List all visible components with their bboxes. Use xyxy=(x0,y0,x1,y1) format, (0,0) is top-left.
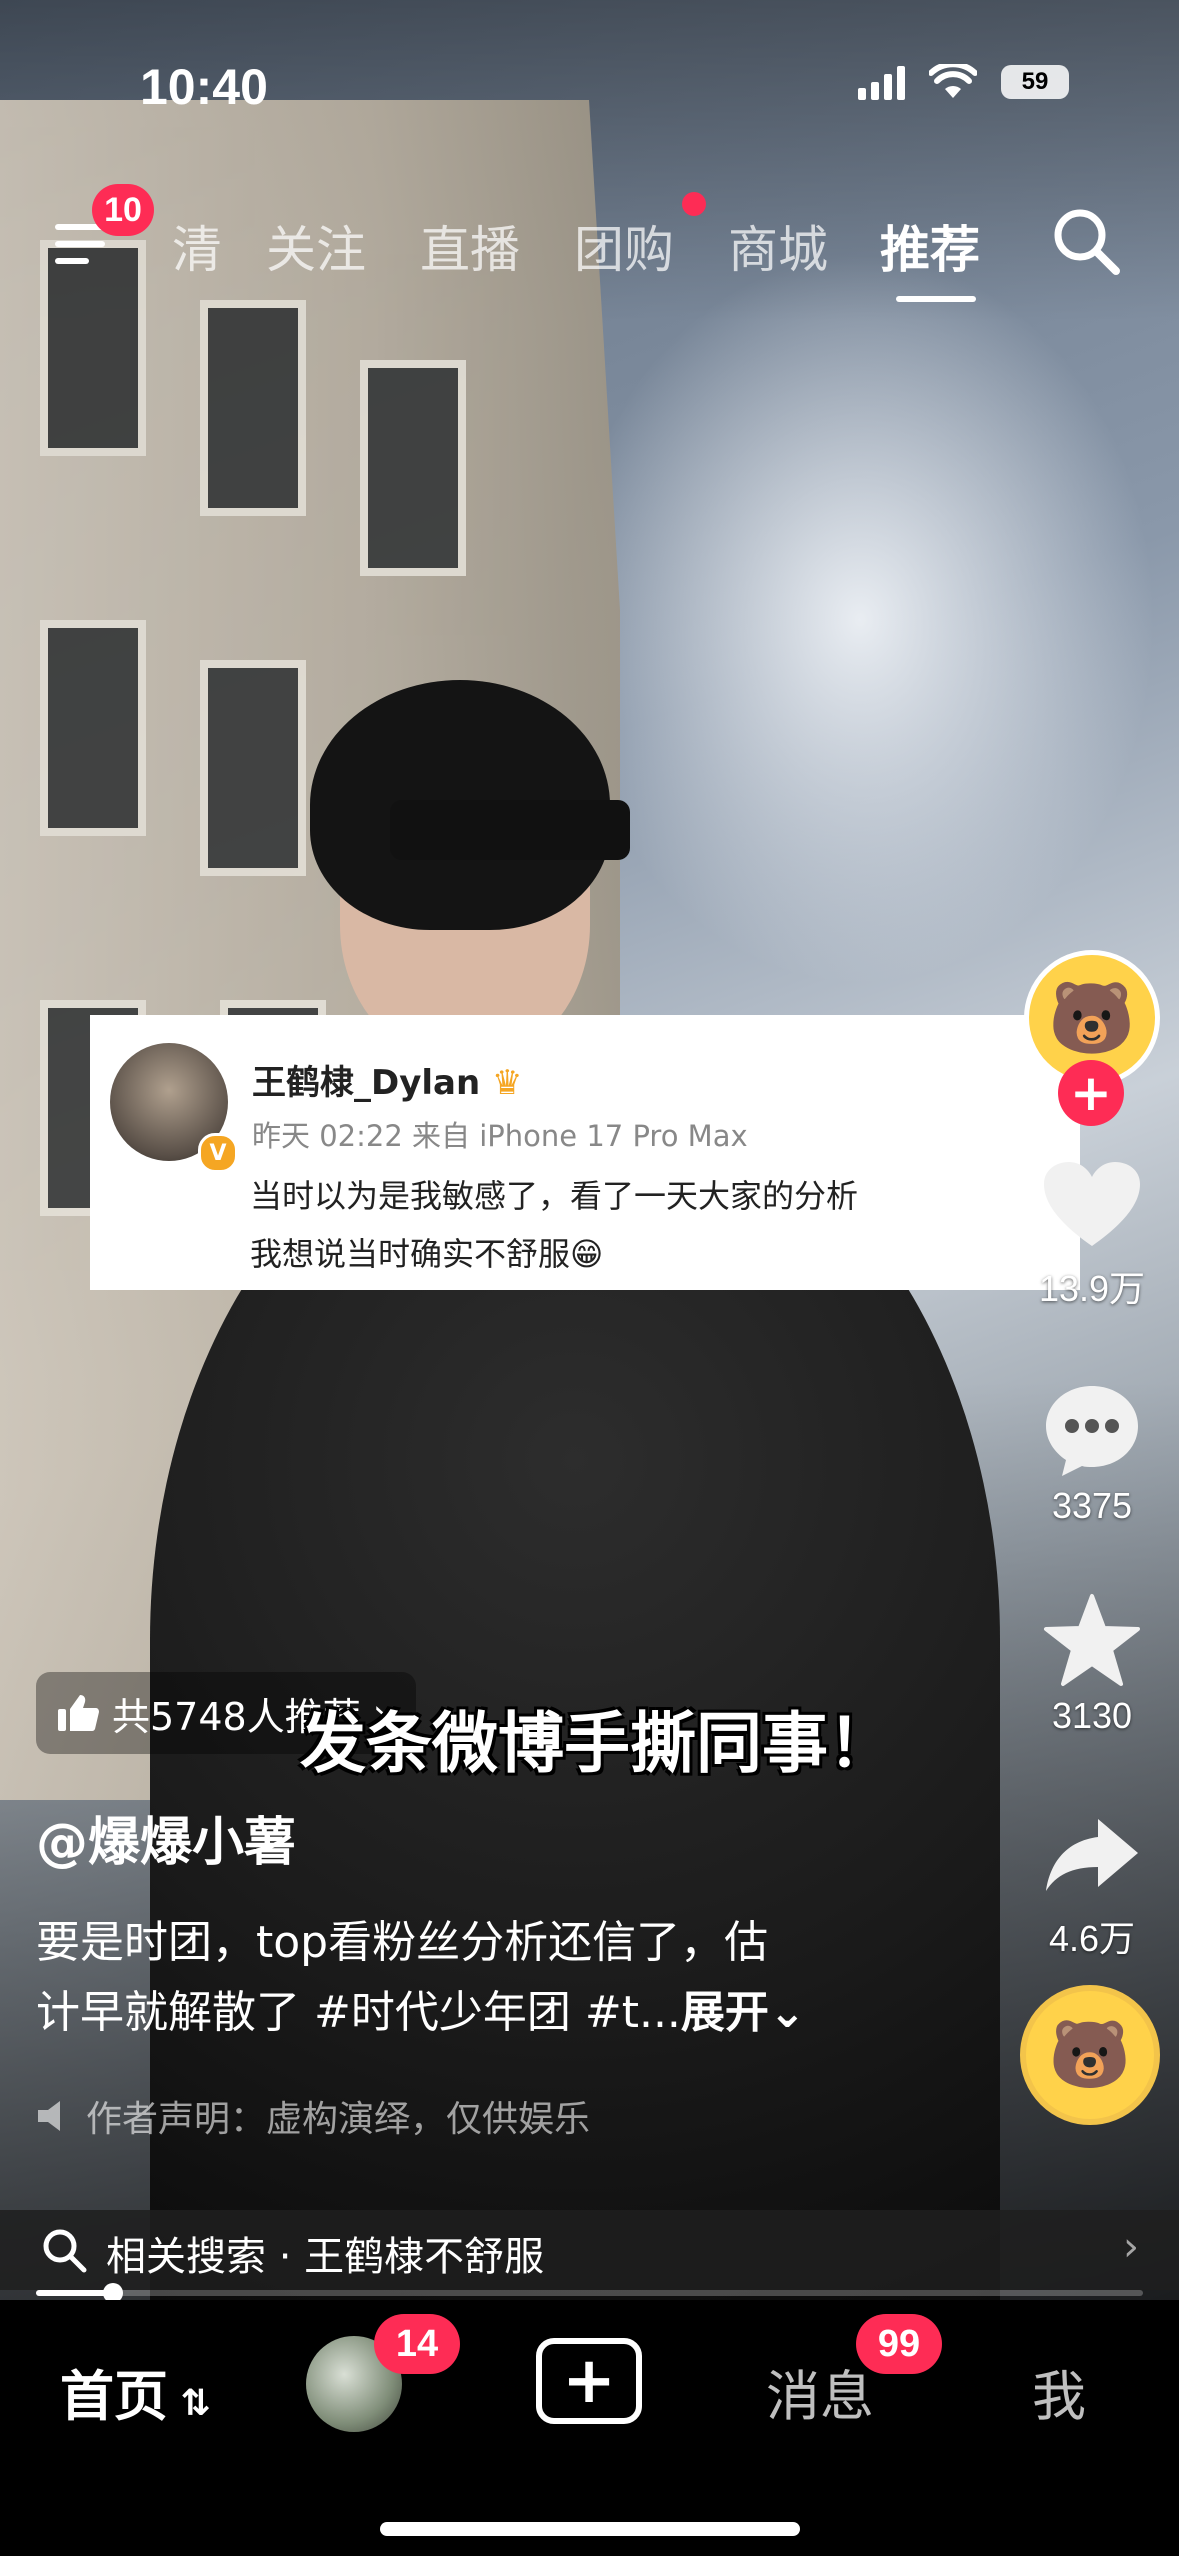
top-navigation: 10 清 关注 直播 团购 商城 推荐 xyxy=(0,184,1179,302)
create-button[interactable]: + xyxy=(536,2338,642,2424)
comment-icon xyxy=(1046,1386,1138,1476)
like-count: 13.9万 xyxy=(1038,1268,1146,1309)
music-disc-icon[interactable]: 🐻 xyxy=(1020,1985,1160,2125)
tab-qing[interactable]: 清 xyxy=(172,210,222,282)
expand-button[interactable]: 展开⌄ xyxy=(681,1987,806,2038)
sunglasses xyxy=(390,800,630,860)
messages-badge: 99 xyxy=(856,2314,942,2374)
weibo-meta: 昨天 02:22 来自 iPhone 17 Pro Max xyxy=(252,1119,748,1153)
bottom-tab-bar: 首页 ⇅ 14 + 消息 99 我 xyxy=(0,2300,1179,2556)
related-search-text: 相关搜索 · 王鹤棣不舒服 xyxy=(106,2234,545,2280)
video-progress-fill xyxy=(36,2290,114,2296)
weibo-text: 当时以为是我敏感了，看了一天大家的分析 我想说当时确实不舒服😁 xyxy=(250,1167,1050,1283)
speaker-icon xyxy=(38,2101,60,2131)
tab-group-buy[interactable]: 团购 xyxy=(574,210,674,282)
chevron-right-icon: › xyxy=(1123,2224,1139,2270)
comment-count: 3375 xyxy=(1051,1485,1133,1526)
tab-following[interactable]: 关注 xyxy=(266,210,366,282)
author-name[interactable]: @爆爆小薯 xyxy=(36,1800,296,1875)
share-button[interactable]: 4.6万 xyxy=(1012,1800,1172,1962)
share-arrow-icon xyxy=(1046,1819,1138,1891)
tab-messages[interactable]: 消息 xyxy=(766,2352,874,2431)
battery-icon: 59 xyxy=(1001,65,1069,99)
follow-button[interactable]: + xyxy=(1058,1060,1124,1126)
tab-mall[interactable]: 商城 xyxy=(728,210,828,282)
tab-recommend[interactable]: 推荐 xyxy=(880,210,980,282)
video-caption-overlay: 发条微博手撕同事！ xyxy=(300,1705,894,1782)
description-line: 要是时团，top看粉丝分析还信了，估 xyxy=(36,1917,769,1968)
thumbs-up-icon xyxy=(58,1695,99,1731)
home-indicator xyxy=(380,2522,800,2536)
favorite-count: 3130 xyxy=(1051,1695,1133,1736)
verified-badge-icon: V xyxy=(198,1133,238,1173)
comment-button[interactable]: 3375 xyxy=(1012,1375,1172,1527)
like-button[interactable]: 13.9万 xyxy=(1012,1150,1172,1312)
weibo-post-card: V 王鹤棣_Dylan ♛ 昨天 02:22 来自 iPhone 17 Pro … xyxy=(90,1015,1080,1290)
tab-notification-dot xyxy=(682,192,706,216)
weibo-text-line: 我想说当时确实不舒服😁 xyxy=(250,1235,604,1273)
cellular-signal-icon xyxy=(858,64,905,100)
menu-notification-badge: 10 xyxy=(92,184,154,236)
video-progress-bar[interactable] xyxy=(36,2283,1143,2303)
star-icon xyxy=(1044,1594,1140,1686)
search-icon[interactable] xyxy=(1050,205,1122,277)
video-description: 要是时团，top看粉丝分析还信了，估 计早就解散了 #时代少年团 #t...展开… xyxy=(36,1908,896,2048)
weibo-text-line: 当时以为是我敏感了，看了一天大家的分析 xyxy=(250,1177,859,1215)
status-time: 10:40 xyxy=(140,59,268,115)
weibo-username: 王鹤棣_Dylan ♛ xyxy=(252,1063,523,1103)
related-search-bar[interactable]: 相关搜索 · 王鹤棣不舒服 › xyxy=(0,2210,1179,2290)
description-line: 计早就解散了 #时代少年团 #t... xyxy=(36,1987,681,2038)
favorite-button[interactable]: 3130 xyxy=(1012,1585,1172,1737)
status-icons: 59 xyxy=(858,64,1069,100)
author-disclaimer: 作者声明：虚构演绎，仅供娱乐 xyxy=(36,2090,590,2142)
active-tab-indicator xyxy=(896,296,976,302)
tab-live[interactable]: 直播 xyxy=(420,210,520,282)
search-icon xyxy=(43,2229,87,2273)
tab-me[interactable]: 我 xyxy=(1032,2352,1086,2431)
wifi-icon xyxy=(929,64,977,98)
tab-home[interactable]: 首页 ⇅ xyxy=(60,2352,211,2431)
friends-badge: 14 xyxy=(374,2314,460,2374)
crown-icon: ♛ xyxy=(492,1063,523,1103)
swap-icon: ⇅ xyxy=(168,2383,211,2424)
heart-icon xyxy=(1044,1162,1140,1246)
share-count: 4.6万 xyxy=(1048,1918,1136,1959)
